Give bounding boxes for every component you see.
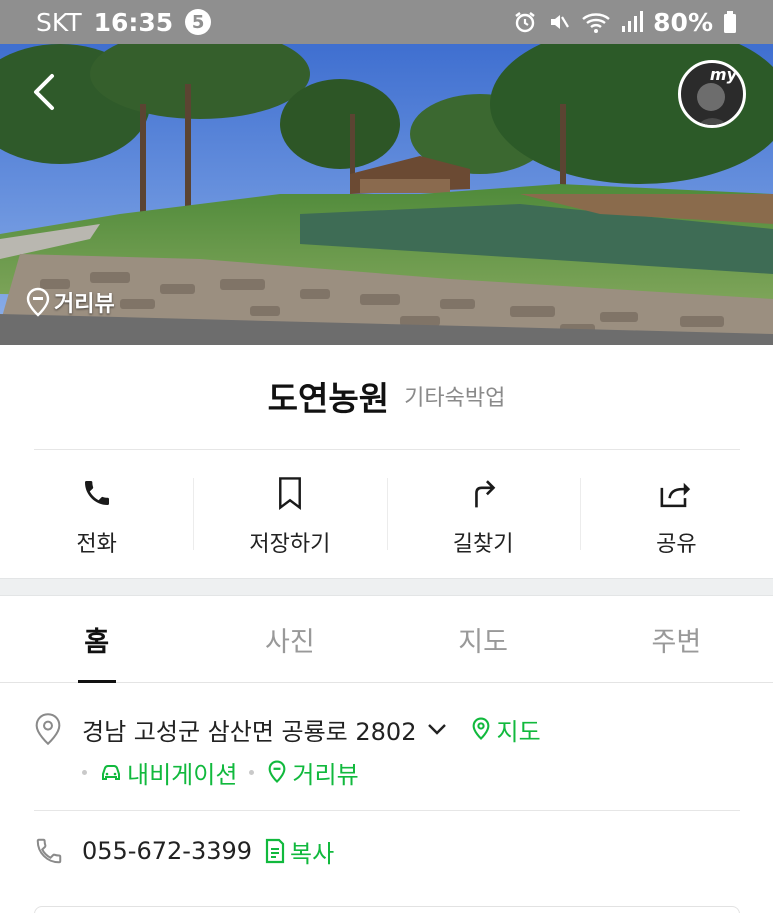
map-pin-icon: [473, 717, 490, 740]
chevron-left-icon: [34, 74, 54, 110]
carrier-label: SKT: [36, 7, 82, 37]
avatar-label: my: [709, 65, 737, 84]
tab-photos[interactable]: 사진: [193, 596, 386, 682]
share-icon: [658, 474, 694, 512]
battery-icon: [723, 10, 737, 34]
street-view-pin-icon: [268, 760, 286, 783]
street-view-link[interactable]: 거리뷰: [266, 755, 359, 790]
action-bar: 전화 저장하기 길찾기 공유: [0, 466, 773, 566]
save-label: 저장하기: [249, 532, 331, 557]
call-button[interactable]: 전화: [0, 466, 193, 566]
back-button[interactable]: [26, 70, 66, 114]
copy-phone-button[interactable]: 복사: [264, 834, 334, 869]
place-title-row: 도연농원 기타숙박업: [0, 372, 773, 420]
address-text: 경남 고성군 삼산면 공룡로 2802: [82, 717, 417, 746]
map-link-label: 지도: [496, 717, 541, 746]
location-pin-icon: [26, 287, 50, 317]
chevron-down-icon: [428, 724, 447, 735]
directions-button[interactable]: 길찾기: [386, 466, 580, 566]
navigation-link[interactable]: 내비게이션: [99, 755, 237, 790]
divider: [34, 810, 740, 811]
bookmark-icon: [275, 474, 305, 512]
street-view-image: [0, 44, 773, 345]
wifi-icon: [581, 10, 611, 34]
section-separator: [0, 578, 773, 596]
place-category: 기타숙박업: [404, 386, 506, 411]
street-view-tag[interactable]: 거리뷰: [26, 286, 115, 318]
share-label: 공유: [656, 532, 697, 557]
notification-count-badge: 5: [185, 9, 212, 35]
clock: 16:35: [93, 7, 174, 37]
place-name: 도연농원: [267, 379, 390, 418]
car-icon: [102, 765, 120, 780]
battery-percent: 80%: [653, 7, 713, 37]
separator-dot: [249, 769, 255, 775]
street-view-photo[interactable]: my 거리뷰: [0, 44, 773, 345]
location-pin-icon: [34, 712, 68, 746]
save-button[interactable]: 저장하기: [193, 466, 386, 566]
phone-number[interactable]: 055-672-3399: [82, 837, 252, 865]
street-view-label: 거리뷰: [54, 292, 115, 317]
address-expand-button[interactable]: [426, 722, 448, 736]
status-bar: SKT 16:35 5 80%: [0, 0, 773, 44]
phone-icon: [81, 474, 113, 512]
signal-icon: [621, 10, 644, 34]
street-view-link-label: 거리뷰: [292, 760, 359, 789]
tab-map[interactable]: 지도: [387, 596, 580, 682]
next-card-edge: [34, 906, 740, 913]
navigation-link-label: 내비게이션: [127, 760, 238, 789]
separator-dot: [82, 769, 87, 775]
directions-label: 길찾기: [452, 532, 514, 557]
copy-label: 복사: [290, 839, 335, 868]
address-row: 경남 고성군 삼산면 공룡로 2802 지도 내비게이션 거리뷰: [34, 706, 744, 792]
phone-outline-icon: [34, 836, 68, 866]
directions-icon: [467, 474, 499, 512]
my-profile-avatar[interactable]: my: [678, 60, 746, 128]
tab-bar: 홈 사진 지도 주변: [0, 596, 773, 683]
mute-icon: [547, 10, 571, 34]
call-label: 전화: [76, 532, 117, 557]
share-button[interactable]: 공유: [579, 466, 773, 566]
divider: [34, 449, 740, 450]
tab-nearby[interactable]: 주변: [580, 596, 773, 682]
map-link[interactable]: 지도: [470, 712, 541, 747]
phone-row: 055-672-3399 복사: [34, 828, 744, 874]
alarm-icon: [513, 10, 537, 34]
copy-icon: [265, 838, 285, 864]
tab-home[interactable]: 홈: [0, 596, 193, 682]
